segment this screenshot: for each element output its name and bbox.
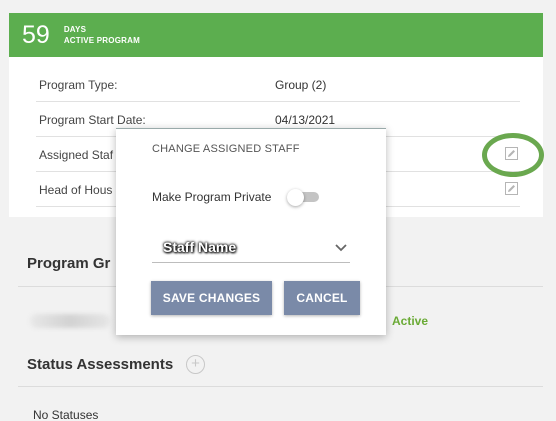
program-type-row: Program Type: Group (2)	[36, 67, 520, 102]
active-program-label: ACTIVE PROGRAM	[63, 36, 140, 45]
chevron-down-icon	[334, 240, 348, 254]
cancel-button[interactable]: CANCEL	[284, 281, 360, 315]
screen: 59 DAYS ACTIVE PROGRAM Program Type: Gro…	[0, 0, 556, 421]
edit-icon[interactable]	[505, 182, 518, 195]
days-count: 59	[22, 20, 50, 49]
make-private-label: Make Program Private	[152, 190, 272, 204]
toggle-knob	[287, 189, 304, 206]
blurred-member-name	[30, 314, 110, 328]
program-type-label: Program Type:	[39, 78, 118, 92]
no-statuses-text: No Statuses	[33, 408, 99, 421]
change-assigned-staff-modal: CHANGE ASSIGNED STAFF Make Program Priva…	[116, 128, 386, 335]
make-private-toggle[interactable]	[287, 189, 321, 206]
program-start-date-label: Program Start Date:	[39, 113, 146, 127]
group-status-badge: Active	[392, 314, 429, 328]
staff-name-select[interactable]: Staff Name	[152, 233, 350, 263]
program-duration-banner: 59 DAYS ACTIVE PROGRAM	[9, 13, 543, 57]
status-assessments-title: Status Assessments	[27, 356, 174, 373]
assigned-staff-label: Assigned Staf	[39, 148, 114, 162]
highlight-circle	[482, 133, 544, 177]
staff-name-value: Staff Name	[163, 239, 237, 255]
divider	[18, 386, 543, 387]
program-start-date-value: 04/13/2021	[275, 113, 336, 127]
days-label-group: DAYS ACTIVE PROGRAM	[64, 24, 140, 46]
days-label: DAYS	[63, 25, 87, 34]
modal-title: CHANGE ASSIGNED STAFF	[152, 143, 300, 155]
save-changes-button[interactable]: SAVE CHANGES	[151, 281, 272, 315]
head-of-household-label: Head of Hous	[39, 183, 113, 197]
add-status-icon[interactable]: +	[186, 355, 205, 374]
program-group-title: Program Gr	[27, 255, 111, 272]
program-type-value: Group (2)	[275, 78, 327, 92]
